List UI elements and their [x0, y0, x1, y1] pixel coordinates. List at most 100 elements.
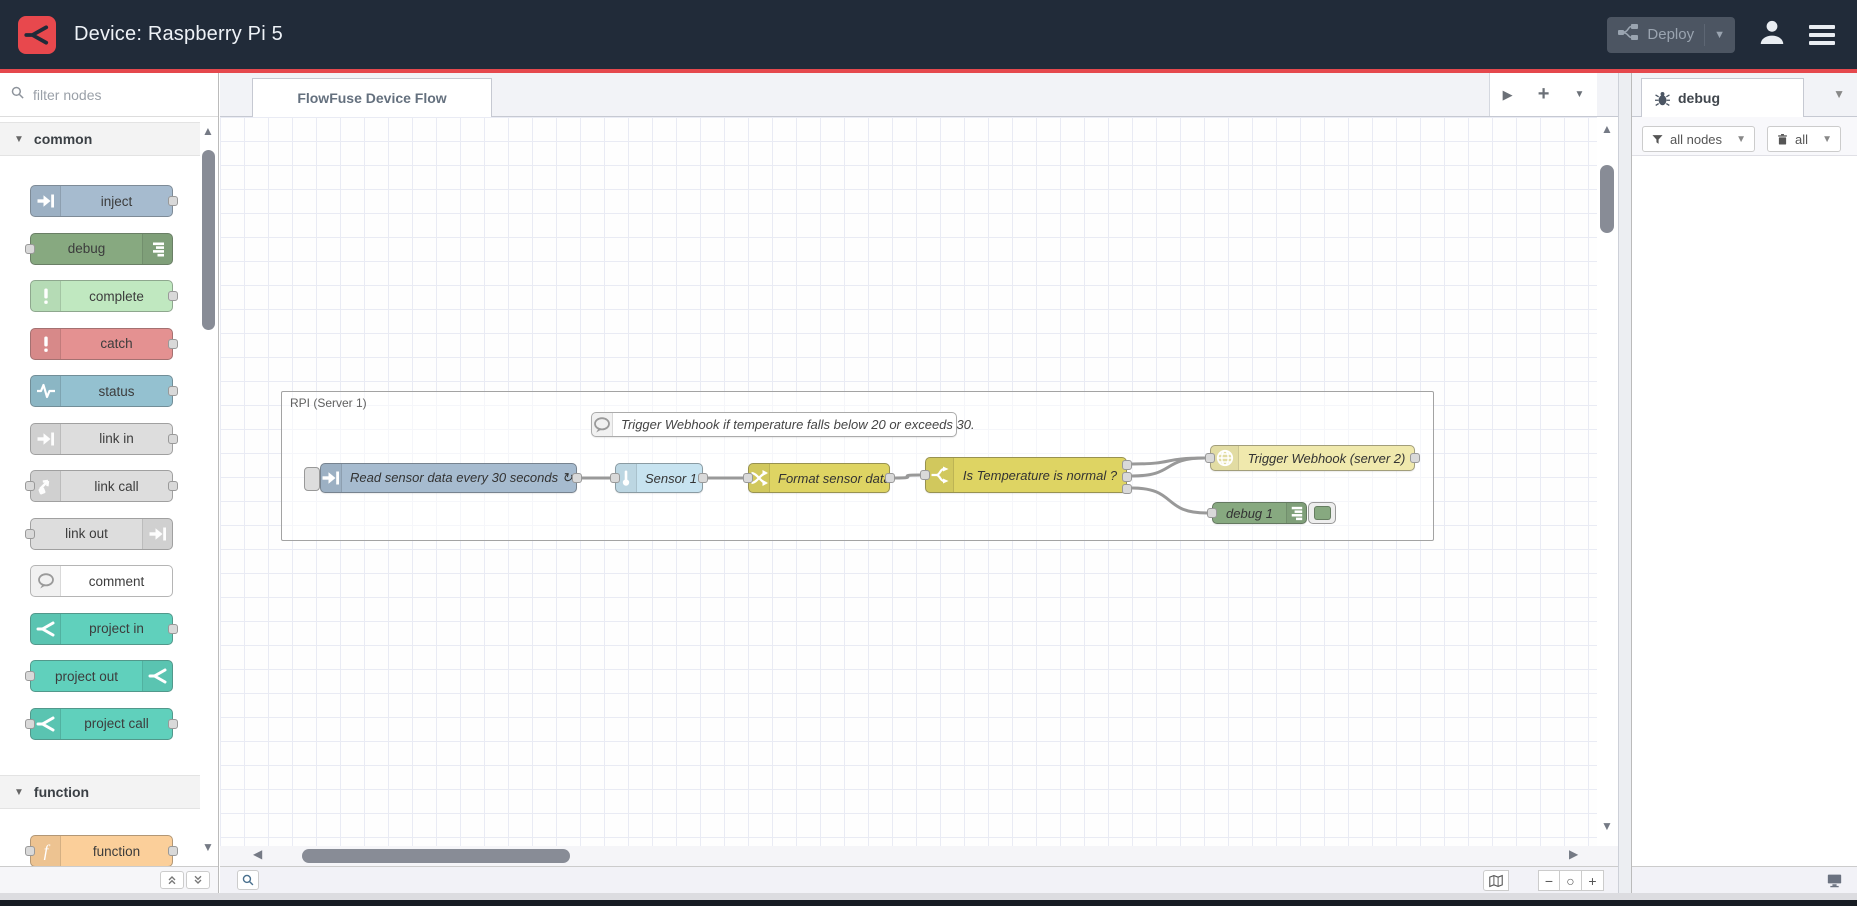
output-port[interactable]: [168, 386, 178, 396]
palette-scroll-down-arrow[interactable]: ▼: [202, 841, 214, 853]
zoom-reset-button[interactable]: ○: [1560, 870, 1582, 891]
deploy-caret-icon[interactable]: ▼: [1714, 29, 1725, 41]
palette-node-link-out[interactable]: link out: [30, 518, 173, 550]
input-port[interactable]: [743, 473, 753, 483]
input-port[interactable]: [25, 719, 35, 729]
flow-node-webhook1[interactable]: Trigger Webhook (server 2): [1210, 445, 1415, 471]
output-port[interactable]: [885, 473, 895, 483]
palette-node-link-call[interactable]: link call: [30, 470, 173, 502]
output-port[interactable]: [168, 434, 178, 444]
next-flow-arrow-icon[interactable]: ▶: [1503, 87, 1513, 103]
palette-scroll-up-arrow[interactable]: ▲: [202, 125, 214, 137]
canvas-search-button[interactable]: [237, 870, 259, 890]
filter-caret-icon: ▼: [1736, 134, 1746, 145]
output-port[interactable]: [698, 473, 708, 483]
palette-collapse-all-button[interactable]: [160, 871, 184, 889]
palette-category-label: common: [34, 131, 92, 147]
zoom-controls: − ○ +: [1538, 870, 1604, 891]
canvas-scroll-up-arrow[interactable]: ▲: [1601, 123, 1613, 135]
user-avatar-button[interactable]: [1757, 17, 1787, 52]
palette-filter-placeholder: filter nodes: [33, 87, 101, 103]
input-port[interactable]: [25, 671, 35, 681]
input-port[interactable]: [25, 244, 35, 254]
palette-node-catch[interactable]: catch: [30, 328, 173, 360]
deploy-separator: [1704, 24, 1705, 46]
palette-node-project-out[interactable]: project out: [30, 660, 173, 692]
output-port[interactable]: [168, 291, 178, 301]
input-port[interactable]: [920, 470, 930, 480]
output-port-2[interactable]: [1122, 472, 1132, 482]
flow-tab[interactable]: FlowFuse Device Flow: [252, 78, 492, 117]
flow-node-switch1[interactable]: Is Temperature is normal ?: [925, 457, 1127, 493]
input-port[interactable]: [1205, 453, 1215, 463]
output-port[interactable]: [1410, 453, 1420, 463]
flow-node-sensor1[interactable]: Sensor 1: [615, 463, 703, 493]
flow-node-debug1[interactable]: debug 1: [1212, 502, 1307, 524]
canvas-scroll-down-arrow[interactable]: ▼: [1601, 820, 1613, 832]
palette-node-complete[interactable]: complete: [30, 280, 173, 312]
sidebar-menu-caret-icon[interactable]: ▼: [1833, 87, 1845, 101]
main-menu-button[interactable]: [1809, 25, 1835, 45]
output-port[interactable]: [572, 473, 582, 483]
palette-node-project-in[interactable]: project in: [30, 613, 173, 645]
input-port[interactable]: [610, 473, 620, 483]
output-port-1[interactable]: [1122, 460, 1132, 470]
debug-enable-toggle[interactable]: [1308, 502, 1336, 524]
palette-filter-input[interactable]: filter nodes: [0, 73, 218, 117]
flow-node-format1[interactable]: Format sensor data: [748, 463, 890, 493]
palette-scrollbar-thumb[interactable]: [202, 150, 215, 330]
canvas-hscrollbar-thumb[interactable]: [302, 849, 570, 863]
palette-node-label: debug: [31, 241, 142, 256]
palette-footer: [0, 866, 218, 893]
palette-category-common[interactable]: ▼common: [0, 122, 200, 156]
add-flow-button[interactable]: +: [1538, 83, 1550, 106]
input-port[interactable]: [25, 529, 35, 539]
inject-button[interactable]: [304, 467, 320, 491]
palette-node-label: inject: [61, 194, 172, 209]
output-port[interactable]: [168, 624, 178, 634]
palette-node-comment[interactable]: comment: [30, 565, 173, 597]
debug-clear-button[interactable]: all ▼: [1767, 126, 1841, 152]
flow-node-comment1[interactable]: Trigger Webhook if temperature falls bel…: [591, 412, 957, 437]
output-port[interactable]: [168, 719, 178, 729]
open-in-window-button[interactable]: [1821, 870, 1847, 891]
palette-expand-all-button[interactable]: [186, 871, 210, 889]
flow-node-label: debug 1: [1213, 506, 1286, 521]
canvas-vscrollbar-thumb[interactable]: [1600, 165, 1614, 233]
palette-node-function[interactable]: ffunction: [30, 835, 173, 867]
deploy-button[interactable]: Deploy ▼: [1607, 17, 1735, 53]
output-port-3[interactable]: [1122, 484, 1132, 494]
palette-node-inject[interactable]: inject: [30, 185, 173, 217]
debug-filter-button[interactable]: all nodes ▼: [1642, 126, 1755, 152]
input-port[interactable]: [25, 481, 35, 491]
flow-node-inject1[interactable]: Read sensor data every 30 seconds ↻: [320, 463, 577, 493]
debug-tab[interactable]: debug: [1641, 78, 1804, 117]
output-port[interactable]: [168, 481, 178, 491]
palette-node-link-in[interactable]: link in: [30, 423, 173, 455]
navigator-map-button[interactable]: [1483, 870, 1509, 891]
output-port[interactable]: [168, 339, 178, 349]
output-port[interactable]: [168, 846, 178, 856]
flowfuse-logo-icon: [18, 16, 56, 54]
palette-node-project-call[interactable]: project call: [30, 708, 173, 740]
palette-node-debug[interactable]: debug: [30, 233, 173, 265]
canvas-scroll-right-arrow[interactable]: ▶: [1569, 848, 1578, 860]
zoom-in-button[interactable]: +: [1582, 870, 1604, 891]
globe-icon: [1211, 446, 1239, 470]
input-port[interactable]: [1207, 508, 1217, 518]
flow-list-caret-icon[interactable]: ▼: [1575, 89, 1585, 100]
palette-node-label: function: [61, 844, 172, 859]
palette-category-function[interactable]: ▼function: [0, 775, 200, 809]
zoom-out-button[interactable]: −: [1538, 870, 1560, 891]
flow-node-label: Is Temperature is normal ?: [954, 468, 1126, 483]
palette-node-status[interactable]: status: [30, 375, 173, 407]
palette-node-label: comment: [61, 574, 172, 589]
deploy-label: Deploy: [1647, 26, 1694, 43]
output-port[interactable]: [168, 196, 178, 206]
sidebar-resize-handle[interactable]: [1618, 73, 1631, 893]
flow-canvas[interactable]: RPI (Server 1) Trigger Webhook if temper…: [220, 117, 1597, 846]
inject-icon: [321, 464, 342, 492]
input-port[interactable]: [25, 846, 35, 856]
canvas-scroll-left-arrow[interactable]: ◀: [253, 848, 262, 860]
search-icon: [10, 85, 25, 105]
